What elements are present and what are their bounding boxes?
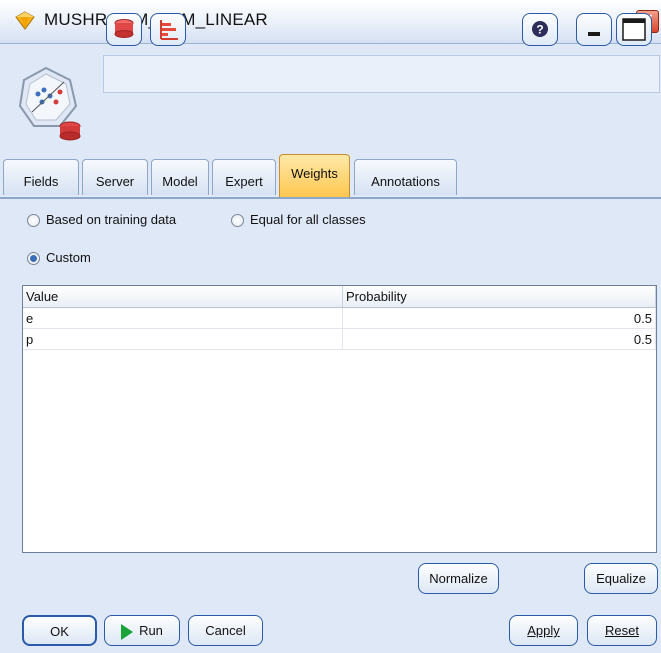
run-button[interactable]: Run	[104, 615, 180, 646]
help-button[interactable]: ?	[522, 13, 558, 46]
tab-expert[interactable]: Expert	[212, 159, 276, 195]
radio-custom[interactable]	[27, 252, 40, 265]
toolbar-area	[0, 44, 661, 148]
minimize-icon	[588, 32, 600, 36]
minimize-button[interactable]	[576, 13, 612, 46]
table-cell-value[interactable]: e	[23, 308, 343, 329]
maximize-button[interactable]	[616, 13, 652, 46]
table-cell-probability[interactable]: 0.5	[343, 329, 656, 350]
radio-label-based-on-training: Based on training data	[46, 212, 177, 227]
run-button-label: Run	[139, 623, 163, 638]
svm-model-node-icon	[18, 66, 81, 141]
help-icon: ?	[532, 21, 548, 37]
weights-table[interactable]: Value Probability e 0.5 p 0.5	[22, 285, 657, 553]
radio-based-on-training[interactable]	[27, 214, 40, 227]
reset-button[interactable]: Reset	[587, 615, 657, 646]
radio-label-equal-for-all: Equal for all classes	[250, 212, 366, 227]
table-cell-value[interactable]: p	[23, 329, 343, 350]
apply-button[interactable]: Apply	[509, 615, 578, 646]
tab-fields[interactable]: Fields	[3, 159, 79, 195]
tab-server[interactable]: Server	[82, 159, 148, 195]
chart-icon	[160, 20, 178, 40]
preview-icon	[114, 19, 134, 38]
column-header-value[interactable]: Value	[23, 286, 343, 308]
normalize-button[interactable]: Normalize	[418, 563, 499, 594]
tab-weights[interactable]: Weights	[279, 154, 350, 198]
reset-button-label: Reset	[605, 623, 639, 638]
svg-text:?: ?	[536, 23, 543, 37]
node-diamond-icon	[15, 11, 35, 30]
maximize-icon	[622, 18, 646, 41]
chart-button[interactable]	[150, 13, 186, 46]
toolbar-strip	[103, 55, 660, 93]
apply-button-label: Apply	[527, 623, 560, 638]
radio-equal-for-all[interactable]	[231, 214, 244, 227]
title-bar: MUSHROOM_SVM_LINEAR ✕	[0, 0, 661, 44]
table-cell-probability[interactable]: 0.5	[343, 308, 656, 329]
radio-label-custom: Custom	[46, 250, 91, 265]
equalize-button[interactable]: Equalize	[584, 563, 658, 594]
cancel-button[interactable]: Cancel	[188, 615, 263, 646]
tab-model[interactable]: Model	[151, 159, 209, 195]
column-header-probability[interactable]: Probability	[343, 286, 656, 308]
tab-annotations[interactable]: Annotations	[354, 159, 457, 195]
ok-button[interactable]: OK	[22, 615, 97, 646]
tab-divider	[0, 197, 661, 199]
run-icon	[121, 623, 134, 640]
preview-button[interactable]	[106, 13, 142, 46]
